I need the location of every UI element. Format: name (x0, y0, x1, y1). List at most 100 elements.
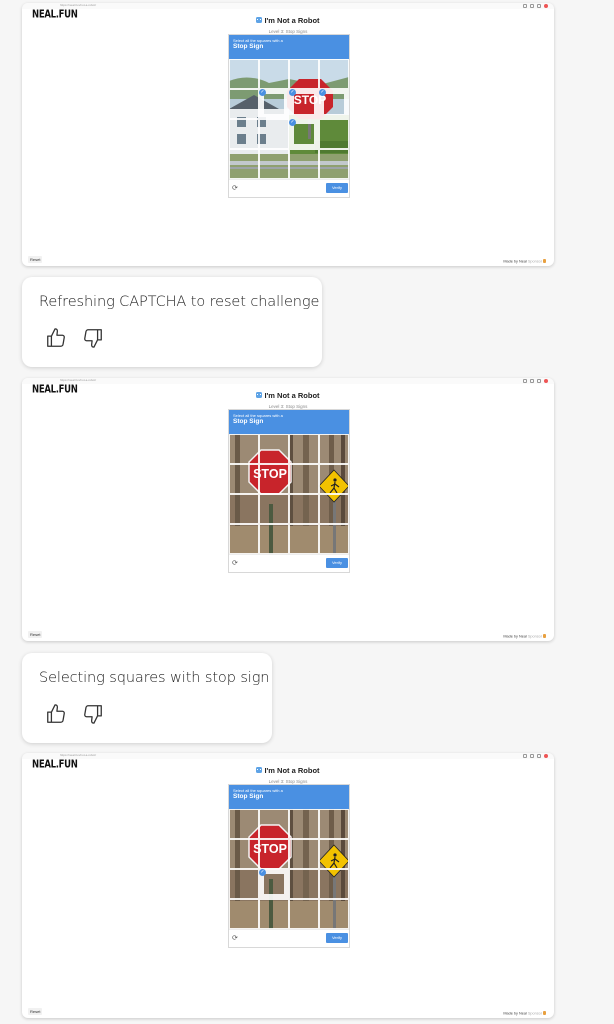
thumbs-down-icon[interactable] (82, 703, 104, 725)
grid-cell[interactable] (319, 869, 349, 899)
assistant-message: Selecting squares with stop sign (22, 653, 272, 743)
grid-cell[interactable] (319, 434, 349, 464)
extension-icon[interactable] (537, 378, 541, 383)
grid-cell[interactable] (229, 434, 259, 464)
address-bar[interactable]: https://neal.fun/not-a-robot/ (60, 753, 96, 757)
grid-cell[interactable] (259, 119, 289, 149)
grid-cell[interactable] (319, 524, 349, 554)
grid-cell[interactable] (319, 119, 349, 149)
grid-cell[interactable] (229, 524, 259, 554)
grid-cell[interactable] (229, 59, 259, 89)
grid-cell[interactable] (229, 494, 259, 524)
grid-cell[interactable] (229, 149, 259, 179)
made-by-link[interactable]: Made by Neal Sponsor (503, 258, 546, 263)
refresh-icon[interactable]: ⟳ (232, 559, 238, 567)
extension-icon[interactable] (523, 3, 527, 8)
extension-icon[interactable] (537, 753, 541, 758)
page-title: I'm Not a Robot (256, 16, 320, 25)
made-by-link[interactable]: Made by Neal Sponsor (503, 633, 546, 638)
reset-button[interactable]: Reset (28, 1008, 43, 1015)
grid-cell[interactable] (289, 149, 319, 179)
grid-cells (229, 434, 349, 554)
grid-cell[interactable] (289, 464, 319, 494)
grid-cell[interactable] (229, 839, 259, 869)
address-bar[interactable]: https://neal.fun/not-a-robot/ (60, 3, 96, 7)
thumbs-down-icon[interactable] (82, 327, 104, 349)
grid-cell[interactable] (289, 899, 319, 929)
reset-button[interactable]: Reset (28, 631, 43, 638)
grid-cells (229, 809, 349, 929)
record-icon[interactable] (544, 3, 548, 8)
grid-cell[interactable] (319, 899, 349, 929)
browser-topbar: https://neal.fun/not-a-robot/ (22, 3, 554, 9)
grid-cell[interactable] (229, 809, 259, 839)
page-title: I'm Not a Robot (256, 391, 320, 400)
refresh-icon[interactable]: ⟳ (232, 934, 238, 942)
browser-screenshot-2: https://neal.fun/not-a-robot/ NEAL.FUN I… (22, 378, 554, 641)
grid-cell[interactable] (229, 899, 259, 929)
sponsor-icon (543, 258, 546, 263)
extension-icon[interactable] (523, 753, 527, 758)
robot-icon (256, 767, 263, 773)
reset-button[interactable]: Reset (28, 256, 43, 263)
captcha-header: Select all the squares with a Stop Sign (229, 785, 349, 809)
verify-button[interactable]: Verify (326, 558, 348, 568)
grid-cell[interactable] (289, 869, 319, 899)
verify-button[interactable]: Verify (326, 183, 348, 193)
message-text: Refreshing CAPTCHA to reset challenge (39, 294, 320, 310)
browser-screenshot-1: https://neal.fun/not-a-robot/ NEAL.FUN I… (22, 3, 554, 266)
grid-cell-selected[interactable] (319, 89, 349, 119)
grid-cell[interactable] (259, 59, 289, 89)
extension-icon[interactable] (530, 378, 534, 383)
grid-cell[interactable] (259, 809, 289, 839)
captcha-image-grid: STOP (229, 434, 349, 554)
grid-cell[interactable] (229, 119, 259, 149)
sponsor-icon (543, 633, 546, 638)
grid-cell[interactable] (319, 839, 349, 869)
captcha-widget: Select all the squares with a Stop Sign … (228, 409, 350, 573)
grid-cell[interactable] (289, 524, 319, 554)
assistant-message: Refreshing CAPTCHA to reset challenge (22, 277, 322, 367)
verify-button[interactable]: Verify (326, 933, 348, 943)
grid-cell[interactable] (259, 839, 289, 869)
captcha-target: Stop Sign (233, 43, 264, 50)
thumbs-up-icon[interactable] (45, 327, 67, 349)
record-icon[interactable] (544, 753, 548, 758)
grid-cell[interactable] (259, 524, 289, 554)
grid-cell[interactable] (319, 149, 349, 179)
grid-cell[interactable] (289, 434, 319, 464)
grid-cell[interactable] (259, 434, 289, 464)
grid-cell[interactable] (259, 899, 289, 929)
grid-cell-selected[interactable] (259, 869, 289, 899)
grid-cell[interactable] (319, 494, 349, 524)
grid-cell[interactable] (229, 869, 259, 899)
grid-cell[interactable] (289, 809, 319, 839)
extension-icon[interactable] (537, 3, 541, 8)
grid-cell[interactable] (289, 839, 319, 869)
extension-icon[interactable] (523, 378, 527, 383)
captcha-image-grid: STOP (229, 809, 349, 929)
grid-cell[interactable] (229, 89, 259, 119)
grid-cell[interactable] (259, 149, 289, 179)
captcha-header: Select all the squares with a Stop Sign (229, 35, 349, 59)
grid-cell[interactable] (259, 464, 289, 494)
record-icon[interactable] (544, 378, 548, 383)
grid-cell-selected[interactable] (289, 89, 319, 119)
grid-cell[interactable] (289, 494, 319, 524)
grid-cell[interactable] (319, 59, 349, 89)
grid-cell[interactable] (229, 464, 259, 494)
grid-cell[interactable] (289, 59, 319, 89)
thumbs-up-icon[interactable] (45, 703, 67, 725)
grid-cell[interactable] (259, 494, 289, 524)
grid-cell[interactable] (319, 809, 349, 839)
made-by-link[interactable]: Made by Neal Sponsor (503, 1010, 546, 1015)
grid-cell-selected[interactable] (289, 119, 319, 149)
extension-icon[interactable] (530, 3, 534, 8)
extension-icon[interactable] (530, 753, 534, 758)
grid-cell-selected[interactable] (259, 89, 289, 119)
grid-cell[interactable] (319, 464, 349, 494)
address-bar[interactable]: https://neal.fun/not-a-robot/ (60, 378, 96, 382)
refresh-icon[interactable]: ⟳ (232, 184, 238, 192)
browser-topbar: https://neal.fun/not-a-robot/ (22, 378, 554, 384)
robot-icon (256, 17, 263, 23)
